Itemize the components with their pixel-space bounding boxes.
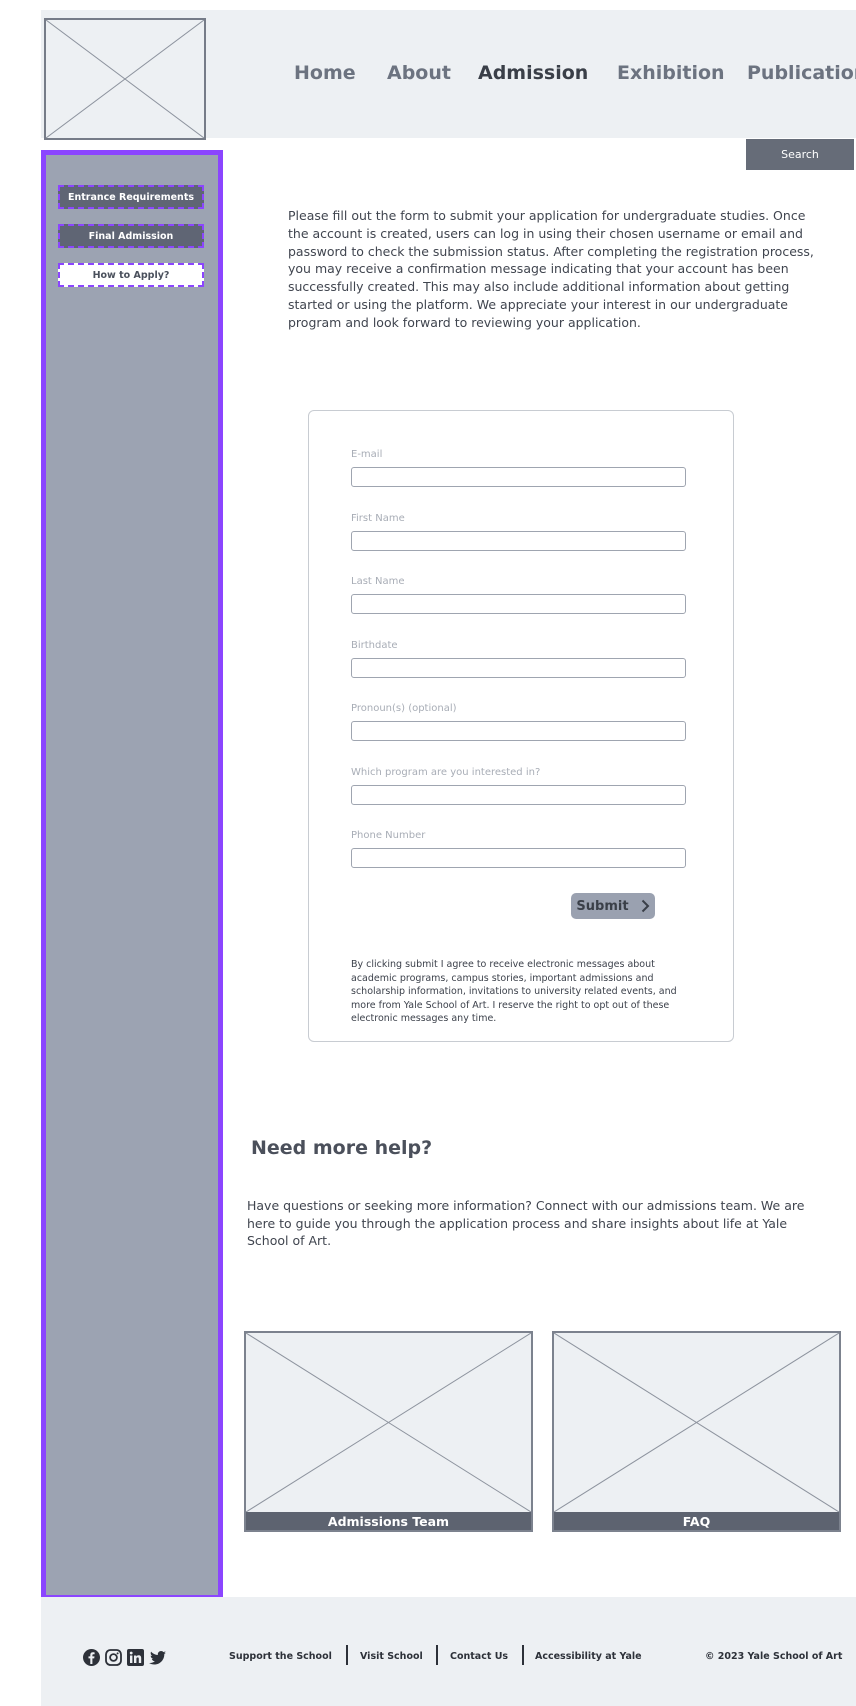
submit-label: Submit: [576, 898, 629, 914]
birthdate-field[interactable]: [351, 658, 686, 678]
twitter-icon[interactable]: [149, 1649, 167, 1666]
intro-text: Please fill out the form to submit your …: [288, 208, 814, 330]
footer-link-visit[interactable]: Visit School: [360, 1651, 423, 1662]
pronouns-field[interactable]: [351, 721, 686, 741]
nav-exhibition[interactable]: Exhibition: [617, 62, 725, 92]
last-name-label: Last Name: [351, 576, 405, 587]
sidebar-item-final-admission[interactable]: Final Admission: [58, 224, 204, 248]
admissions-team-card[interactable]: Admissions Team: [244, 1331, 533, 1532]
birthdate-label: Birthdate: [351, 640, 398, 651]
sidebar-item-how-to-apply[interactable]: How to Apply?: [58, 263, 204, 287]
logo-placeholder[interactable]: [44, 18, 206, 140]
chevron-right-icon: [641, 899, 649, 913]
admissions-team-label: Admissions Team: [246, 1512, 531, 1530]
social-links: [83, 1649, 167, 1666]
nav-about[interactable]: About: [387, 62, 451, 92]
first-name-field[interactable]: [351, 531, 686, 551]
nav-publication[interactable]: Publication: [747, 62, 856, 92]
program-field[interactable]: [351, 785, 686, 805]
first-name-label: First Name: [351, 513, 405, 524]
sidebar: Entrance Requirements Final Admission Ho…: [41, 150, 223, 1600]
instagram-icon[interactable]: [105, 1649, 122, 1666]
image-placeholder-icon: [246, 1333, 531, 1512]
submit-button[interactable]: Submit: [571, 893, 655, 919]
faq-card[interactable]: FAQ: [552, 1331, 841, 1532]
help-text: Have questions or seeking more informati…: [247, 1198, 805, 1248]
last-name-field[interactable]: [351, 594, 686, 614]
sidebar-item-entrance-requirements[interactable]: Entrance Requirements: [58, 185, 204, 209]
footer-divider: [436, 1645, 438, 1665]
footer-divider: [346, 1645, 348, 1665]
image-placeholder-icon: [554, 1333, 839, 1512]
nav-admission[interactable]: Admission: [478, 62, 588, 92]
phone-label: Phone Number: [351, 830, 426, 841]
pronouns-label: Pronoun(s) (optional): [351, 703, 457, 714]
linkedin-icon[interactable]: [127, 1649, 144, 1666]
program-label: Which program are you interested in?: [351, 767, 541, 778]
footer-link-support[interactable]: Support the School: [229, 1651, 332, 1662]
phone-field[interactable]: [351, 848, 686, 868]
footer-link-contact[interactable]: Contact Us: [450, 1651, 508, 1662]
consent-text: By clicking submit I agree to receive el…: [351, 959, 677, 1024]
footer-divider: [522, 1645, 524, 1665]
image-placeholder-icon: [46, 20, 204, 138]
help-title: Need more help?: [251, 1137, 433, 1159]
facebook-icon[interactable]: [83, 1649, 100, 1666]
footer-link-accessibility[interactable]: Accessibility at Yale: [535, 1651, 642, 1662]
faq-label: FAQ: [554, 1512, 839, 1530]
email-field[interactable]: [351, 467, 686, 487]
footer: Support the School Visit School Contact …: [41, 1597, 856, 1706]
email-label: E-mail: [351, 449, 383, 460]
copyright: © 2023 Yale School of Art: [705, 1651, 843, 1662]
nav-home[interactable]: Home: [294, 62, 356, 92]
application-form: E-mail First Name Last Name Birthdate Pr…: [308, 410, 734, 1042]
search-button[interactable]: Search: [746, 139, 854, 170]
